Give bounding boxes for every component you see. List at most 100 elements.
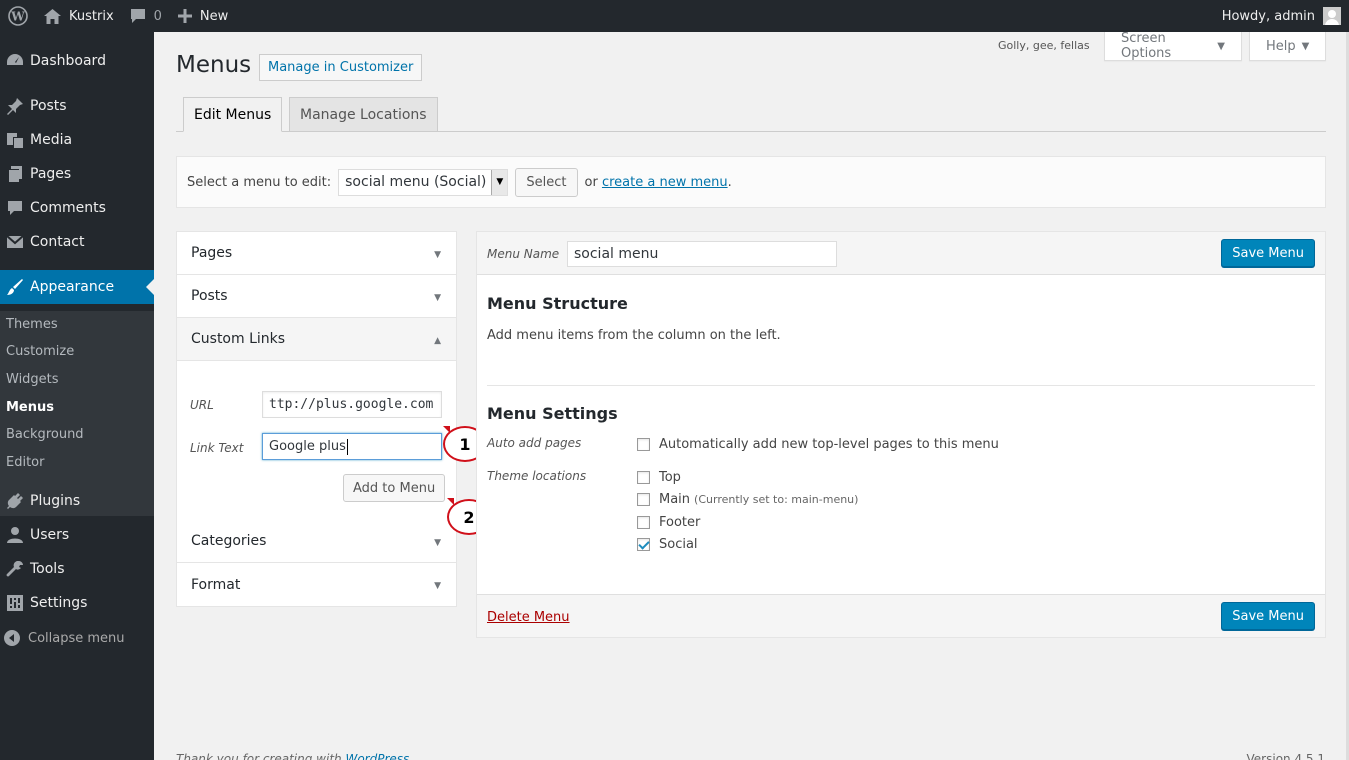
sidebar-item-label: Plugins (30, 493, 81, 509)
location-checkbox-social[interactable] (637, 538, 650, 551)
sidebar-item-media[interactable]: Media (0, 123, 154, 157)
submenu-item-editor[interactable]: Editor (6, 455, 44, 470)
site-name: Kustrix (69, 8, 114, 24)
submenu-item-menus[interactable]: Menus (6, 400, 54, 415)
wordpress-logo-icon[interactable]: W (0, 0, 36, 32)
sidebar-item-appearance[interactable]: Appearance (0, 270, 154, 304)
plug-icon (0, 492, 30, 510)
collapse-menu-label: Collapse menu (28, 630, 125, 646)
menu-select-value: social menu (Social) (345, 174, 487, 190)
menu-name-value: social menu (574, 246, 659, 262)
wordpress-link[interactable]: WordPress (345, 752, 409, 760)
manage-in-customizer-button[interactable]: Manage in Customizer (259, 54, 423, 81)
location-label: Footer (659, 515, 701, 530)
sidebar-item-tools[interactable]: Tools (0, 552, 154, 586)
save-menu-button-top[interactable]: Save Menu (1221, 239, 1315, 267)
account-menu[interactable]: Howdy, admin (1222, 0, 1341, 32)
sidebar-item-pages[interactable]: Pages (0, 157, 154, 191)
sidebar-item-posts[interactable]: Posts (0, 89, 154, 123)
tab-edit-menus[interactable]: Edit Menus (183, 97, 283, 132)
location-option-top[interactable]: Top (637, 470, 681, 485)
submenu-item-background[interactable]: Background (6, 427, 84, 442)
menu-structure-heading: Menu Structure (487, 294, 628, 313)
auto-add-pages-option[interactable]: Automatically add new top-level pages to… (637, 437, 999, 452)
theme-locations-label: Theme locations (487, 469, 587, 483)
new-content-link[interactable]: New (170, 0, 236, 32)
location-note: (Currently set to: main-menu) (694, 493, 859, 506)
chevron-down-icon: ▼ (1217, 40, 1225, 52)
sidebar-item-label: Users (30, 527, 70, 543)
accordion-categories[interactable]: Categories ▼ (177, 520, 456, 563)
accordion-pages[interactable]: Pages ▼ (177, 232, 456, 275)
sidebar-item-label: Settings (30, 595, 88, 611)
accordion-format[interactable]: Format ▼ (177, 563, 456, 606)
url-field[interactable]: ttp://plus.google.com (262, 391, 442, 418)
menu-panel-footer: Delete Menu Save Menu (477, 594, 1325, 637)
chevron-down-icon: ▼ (1301, 40, 1310, 52)
select-menu-prompt: Select a menu to edit: (187, 174, 332, 190)
help-label: Help (1266, 38, 1296, 54)
text-caret (346, 438, 348, 455)
footer-version: Version 4.5.1 (1246, 752, 1325, 760)
menu-panel-header: Menu Name social menu Save Menu (477, 232, 1325, 275)
delete-menu-link[interactable]: Delete Menu (487, 610, 570, 625)
location-option-footer[interactable]: Footer (637, 515, 700, 530)
svg-text:W: W (10, 10, 25, 24)
accordion-posts[interactable]: Posts ▼ (177, 275, 456, 318)
auto-add-pages-checkbox[interactable] (637, 438, 650, 451)
media-icon (0, 131, 30, 149)
pin-icon (0, 97, 30, 115)
sliders-icon (0, 594, 30, 612)
period-text: . (727, 174, 732, 190)
location-checkbox-top[interactable] (637, 471, 650, 484)
brush-icon (0, 278, 30, 296)
comments-count: 0 (153, 8, 162, 24)
site-name-link[interactable]: Kustrix (36, 0, 122, 32)
menu-select-dropdown[interactable]: social menu (Social) ▼ (338, 168, 509, 196)
admin-sidebar: Dashboard Posts Media Pages Comments Con… (0, 32, 154, 760)
envelope-icon (0, 233, 30, 251)
chevron-down-icon: ▼ (434, 538, 441, 548)
sidebar-item-label: Appearance (30, 279, 115, 295)
footer-thanks: Thank you for creating with WordPress (176, 752, 409, 760)
add-to-menu-button[interactable]: Add to Menu (343, 474, 446, 502)
collapse-menu-button[interactable]: Collapse menu (0, 624, 154, 652)
sidebar-item-comments[interactable]: Comments (0, 191, 154, 225)
sidebar-item-settings[interactable]: Settings (0, 586, 154, 620)
wrench-icon (0, 560, 30, 578)
select-menu-bar: Select a menu to edit: social menu (Soci… (176, 156, 1326, 208)
help-button[interactable]: Help ▼ (1249, 32, 1326, 61)
sidebar-item-plugins[interactable]: Plugins (0, 484, 154, 518)
sidebar-item-users[interactable]: Users (0, 518, 154, 552)
sidebar-item-label: Tools (30, 561, 65, 577)
select-button[interactable]: Select (515, 167, 578, 197)
menu-name-field[interactable]: social menu (567, 241, 837, 267)
chevron-down-icon: ▼ (434, 250, 441, 260)
location-option-main[interactable]: Main (Currently set to: main-menu) (637, 492, 858, 507)
submenu-item-themes[interactable]: Themes (6, 317, 58, 332)
save-menu-button-bottom[interactable]: Save Menu (1221, 602, 1315, 630)
sidebar-item-contact[interactable]: Contact (0, 225, 154, 259)
link-text-value: Google plus (269, 439, 346, 454)
dashboard-icon (0, 52, 30, 70)
auto-add-pages-text: Automatically add new top-level pages to… (659, 437, 999, 452)
location-option-social[interactable]: Social (637, 537, 698, 552)
screen-options-button[interactable]: Screen Options ▼ (1104, 31, 1242, 61)
tab-manage-locations[interactable]: Manage Locations (289, 97, 438, 132)
create-new-menu-link[interactable]: create a new menu (602, 175, 728, 190)
location-checkbox-main[interactable] (637, 493, 650, 506)
submenu-item-customize[interactable]: Customize (6, 344, 74, 359)
accordion-pages-label: Pages (191, 245, 233, 261)
chevron-down-icon: ▼ (434, 581, 441, 591)
sidebar-item-label: Dashboard (30, 53, 106, 69)
accordion-custom-links[interactable]: Custom Links ▲ (177, 318, 456, 361)
sidebar-item-dashboard[interactable]: Dashboard (0, 44, 154, 78)
menu-structure-description: Add menu items from the column on the le… (487, 328, 781, 343)
submenu-item-widgets[interactable]: Widgets (6, 372, 59, 387)
location-checkbox-footer[interactable] (637, 516, 650, 529)
link-text-field[interactable]: Google plus (262, 433, 442, 460)
menu-name-label: Menu Name (487, 247, 560, 261)
comments-link[interactable]: 0 (122, 0, 170, 32)
location-label: Main (659, 492, 691, 507)
admin-bar: W Kustrix 0 New Howdy, admin (0, 0, 1349, 32)
